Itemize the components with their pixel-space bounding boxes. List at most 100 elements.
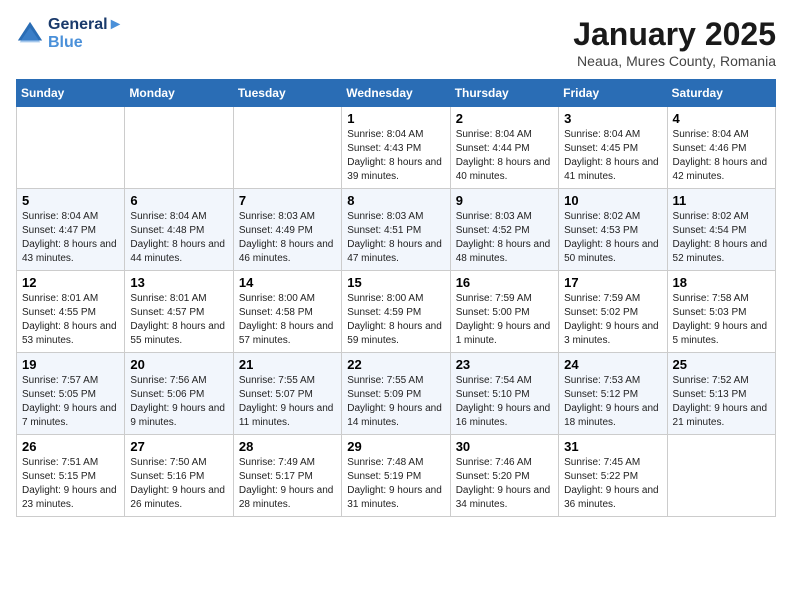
day-info: Sunrise: 7:59 AM Sunset: 5:02 PM Dayligh… <box>564 292 661 348</box>
day-number: 13 <box>130 275 227 290</box>
day-number: 30 <box>456 439 553 454</box>
calendar-cell: 24 Sunrise: 7:53 AM Sunset: 5:12 PM Dayli… <box>559 353 667 435</box>
calendar-cell: 11 Sunrise: 8:02 AM Sunset: 4:54 PM Dayli… <box>667 189 775 271</box>
page-header: General► Blue January 2025 Neaua, Mures … <box>16 16 776 69</box>
weekday-header-wednesday: Wednesday <box>342 80 450 107</box>
calendar-week-row: 19Sunrise: 7:57 AM Sunset: 5:05 PM Dayli… <box>17 353 776 435</box>
day-number: 23 <box>456 357 553 372</box>
day-number: 29 <box>347 439 444 454</box>
day-info: Sunrise: 7:58 AM Sunset: 5:03 PM Dayligh… <box>673 292 770 348</box>
calendar-cell: 1 Sunrise: 8:04 AM Sunset: 4:43 PM Daylig… <box>342 107 450 189</box>
day-info: Sunrise: 8:04 AM Sunset: 4:44 PM Dayligh… <box>456 128 553 184</box>
day-number: 11 <box>673 193 770 208</box>
calendar-cell: 21Sunrise: 7:55 AM Sunset: 5:07 PM Dayli… <box>233 353 341 435</box>
day-info: Sunrise: 8:02 AM Sunset: 4:54 PM Dayligh… <box>673 210 770 266</box>
calendar-cell: 4Sunrise: 8:04 AM Sunset: 4:46 PM Daylig… <box>667 107 775 189</box>
day-number: 12 <box>22 275 119 290</box>
calendar-cell <box>125 107 233 189</box>
day-info: Sunrise: 8:02 AM Sunset: 4:53 PM Dayligh… <box>564 210 661 266</box>
day-info: Sunrise: 7:55 AM Sunset: 5:07 PM Dayligh… <box>239 374 336 430</box>
day-number: 26 <box>22 439 119 454</box>
day-info: Sunrise: 7:55 AM Sunset: 5:09 PM Dayligh… <box>347 374 444 430</box>
day-number: 1 <box>347 111 444 126</box>
calendar-cell: 5 Sunrise: 8:04 AM Sunset: 4:47 PM Daylig… <box>17 189 125 271</box>
day-number: 5 <box>22 193 119 208</box>
day-info: Sunrise: 8:00 AM Sunset: 4:59 PM Dayligh… <box>347 292 444 348</box>
day-info: Sunrise: 7:52 AM Sunset: 5:13 PM Dayligh… <box>673 374 770 430</box>
day-number: 18 <box>673 275 770 290</box>
day-info: Sunrise: 8:04 AM Sunset: 4:43 PM Dayligh… <box>347 128 444 184</box>
day-number: 25 <box>673 357 770 372</box>
calendar-week-row: 26 Sunrise: 7:51 AM Sunset: 5:15 PM Dayli… <box>17 435 776 517</box>
calendar-cell: 26 Sunrise: 7:51 AM Sunset: 5:15 PM Dayli… <box>17 435 125 517</box>
weekday-header-row: SundayMondayTuesdayWednesdayThursdayFrid… <box>17 80 776 107</box>
day-info: Sunrise: 7:46 AM Sunset: 5:20 PM Dayligh… <box>456 456 553 512</box>
day-number: 4 <box>673 111 770 126</box>
calendar-table: SundayMondayTuesdayWednesdayThursdayFrid… <box>16 79 776 517</box>
day-info: Sunrise: 7:56 AM Sunset: 5:06 PM Dayligh… <box>130 374 227 430</box>
calendar-cell: 15Sunrise: 8:00 AM Sunset: 4:59 PM Dayli… <box>342 271 450 353</box>
calendar-cell: 31 Sunrise: 7:45 AM Sunset: 5:22 PM Dayli… <box>559 435 667 517</box>
calendar-cell: 23 Sunrise: 7:54 AM Sunset: 5:10 PM Dayli… <box>450 353 558 435</box>
calendar-cell: 7 Sunrise: 8:03 AM Sunset: 4:49 PM Daylig… <box>233 189 341 271</box>
day-info: Sunrise: 7:57 AM Sunset: 5:05 PM Dayligh… <box>22 374 119 430</box>
logo: General► Blue <box>16 16 123 52</box>
day-info: Sunrise: 8:00 AM Sunset: 4:58 PM Dayligh… <box>239 292 336 348</box>
day-info: Sunrise: 7:49 AM Sunset: 5:17 PM Dayligh… <box>239 456 336 512</box>
calendar-cell: 20 Sunrise: 7:56 AM Sunset: 5:06 PM Dayli… <box>125 353 233 435</box>
day-info: Sunrise: 8:03 AM Sunset: 4:51 PM Dayligh… <box>347 210 444 266</box>
calendar-cell: 8 Sunrise: 8:03 AM Sunset: 4:51 PM Daylig… <box>342 189 450 271</box>
calendar-cell: 2 Sunrise: 8:04 AM Sunset: 4:44 PM Daylig… <box>450 107 558 189</box>
calendar-cell: 12 Sunrise: 8:01 AM Sunset: 4:55 PM Dayli… <box>17 271 125 353</box>
day-info: Sunrise: 7:59 AM Sunset: 5:00 PM Dayligh… <box>456 292 553 348</box>
calendar-week-row: 5 Sunrise: 8:04 AM Sunset: 4:47 PM Daylig… <box>17 189 776 271</box>
day-number: 7 <box>239 193 336 208</box>
weekday-header-thursday: Thursday <box>450 80 558 107</box>
day-number: 16 <box>456 275 553 290</box>
calendar-cell: 9Sunrise: 8:03 AM Sunset: 4:52 PM Daylig… <box>450 189 558 271</box>
day-number: 17 <box>564 275 661 290</box>
calendar-cell: 16 Sunrise: 7:59 AM Sunset: 5:00 PM Dayli… <box>450 271 558 353</box>
day-info: Sunrise: 7:53 AM Sunset: 5:12 PM Dayligh… <box>564 374 661 430</box>
calendar-cell: 28 Sunrise: 7:49 AM Sunset: 5:17 PM Dayli… <box>233 435 341 517</box>
day-number: 9 <box>456 193 553 208</box>
calendar-cell: 13 Sunrise: 8:01 AM Sunset: 4:57 PM Dayli… <box>125 271 233 353</box>
day-info: Sunrise: 7:54 AM Sunset: 5:10 PM Dayligh… <box>456 374 553 430</box>
day-number: 2 <box>456 111 553 126</box>
calendar-cell: 6 Sunrise: 8:04 AM Sunset: 4:48 PM Daylig… <box>125 189 233 271</box>
day-number: 14 <box>239 275 336 290</box>
logo-text: General► Blue <box>48 16 123 52</box>
calendar-cell: 14 Sunrise: 8:00 AM Sunset: 4:58 PM Dayli… <box>233 271 341 353</box>
day-info: Sunrise: 8:01 AM Sunset: 4:57 PM Dayligh… <box>130 292 227 348</box>
weekday-header-saturday: Saturday <box>667 80 775 107</box>
day-number: 24 <box>564 357 661 372</box>
day-number: 20 <box>130 357 227 372</box>
day-info: Sunrise: 7:45 AM Sunset: 5:22 PM Dayligh… <box>564 456 661 512</box>
calendar-cell: 10Sunrise: 8:02 AM Sunset: 4:53 PM Dayli… <box>559 189 667 271</box>
calendar-cell <box>17 107 125 189</box>
calendar-cell: 29Sunrise: 7:48 AM Sunset: 5:19 PM Dayli… <box>342 435 450 517</box>
day-info: Sunrise: 8:01 AM Sunset: 4:55 PM Dayligh… <box>22 292 119 348</box>
day-info: Sunrise: 8:04 AM Sunset: 4:45 PM Dayligh… <box>564 128 661 184</box>
calendar-cell: 22 Sunrise: 7:55 AM Sunset: 5:09 PM Dayli… <box>342 353 450 435</box>
day-info: Sunrise: 8:03 AM Sunset: 4:49 PM Dayligh… <box>239 210 336 266</box>
title-area: January 2025 Neaua, Mures County, Romani… <box>573 16 776 69</box>
day-number: 31 <box>564 439 661 454</box>
day-number: 28 <box>239 439 336 454</box>
calendar-cell: 3 Sunrise: 8:04 AM Sunset: 4:45 PM Daylig… <box>559 107 667 189</box>
day-info: Sunrise: 8:04 AM Sunset: 4:47 PM Dayligh… <box>22 210 119 266</box>
weekday-header-friday: Friday <box>559 80 667 107</box>
day-number: 22 <box>347 357 444 372</box>
day-info: Sunrise: 8:04 AM Sunset: 4:48 PM Dayligh… <box>130 210 227 266</box>
calendar-title: January 2025 <box>573 16 776 53</box>
day-number: 8 <box>347 193 444 208</box>
day-info: Sunrise: 7:51 AM Sunset: 5:15 PM Dayligh… <box>22 456 119 512</box>
calendar-week-row: 1 Sunrise: 8:04 AM Sunset: 4:43 PM Daylig… <box>17 107 776 189</box>
day-number: 3 <box>564 111 661 126</box>
calendar-cell <box>667 435 775 517</box>
day-number: 6 <box>130 193 227 208</box>
day-info: Sunrise: 7:50 AM Sunset: 5:16 PM Dayligh… <box>130 456 227 512</box>
calendar-week-row: 12 Sunrise: 8:01 AM Sunset: 4:55 PM Dayli… <box>17 271 776 353</box>
weekday-header-sunday: Sunday <box>17 80 125 107</box>
calendar-cell: 18 Sunrise: 7:58 AM Sunset: 5:03 PM Dayli… <box>667 271 775 353</box>
